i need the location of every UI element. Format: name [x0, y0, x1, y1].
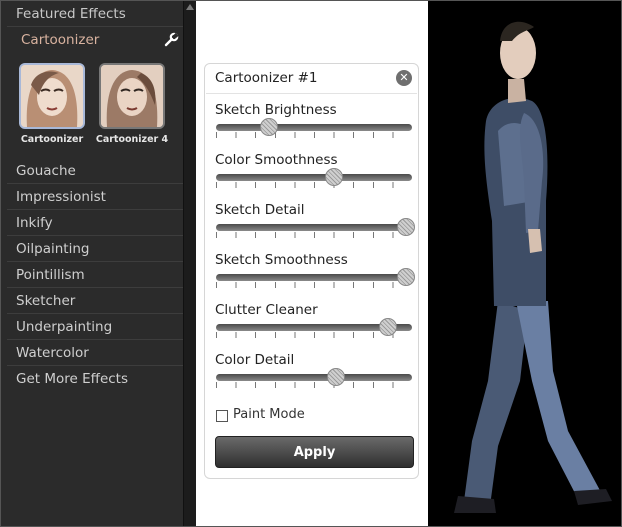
- close-icon[interactable]: ✕: [396, 70, 412, 86]
- slider-label-sketch-detail: Sketch Detail: [215, 202, 305, 218]
- active-effect-label: Cartoonizer: [21, 32, 100, 48]
- effect-item-gouache[interactable]: Gouache: [7, 158, 183, 184]
- effect-item-oilpainting[interactable]: Oilpainting: [7, 236, 183, 262]
- get-more-effects-link[interactable]: Get More Effects: [7, 366, 183, 392]
- slider-label-sketch-brightness: Sketch Brightness: [215, 102, 337, 118]
- featured-effects-header[interactable]: Featured Effects: [7, 1, 183, 27]
- slider-ticks: [216, 232, 412, 238]
- slider-track-sketch-detail[interactable]: [216, 224, 412, 231]
- preset-thumbnail-cartoonizer-4[interactable]: [99, 63, 165, 129]
- preset-label-cartoonizer-4: Cartoonizer 4: [95, 134, 169, 145]
- effect-item-inkify[interactable]: Inkify: [7, 210, 183, 236]
- walking-man-image: [428, 1, 621, 526]
- slider-track-sketch-brightness[interactable]: [216, 124, 412, 131]
- slider-label-color-detail: Color Detail: [215, 352, 295, 368]
- preset-thumbnail-cartoonizer[interactable]: [19, 63, 85, 129]
- app-window: Featured Effects Cartoonizer Cartoonizer: [0, 0, 622, 527]
- effect-item-sketcher[interactable]: Sketcher: [7, 288, 183, 314]
- apply-button[interactable]: Apply: [215, 436, 414, 468]
- slider-knob-sketch-detail[interactable]: [397, 218, 416, 236]
- slider-ticks: [216, 382, 412, 388]
- slider-knob-sketch-smoothness[interactable]: [397, 268, 416, 286]
- paint-mode-label[interactable]: Paint Mode: [233, 407, 305, 422]
- wrench-icon[interactable]: [163, 32, 179, 48]
- slider-knob-sketch-brightness[interactable]: [259, 118, 278, 136]
- slider-label-clutter-cleaner: Clutter Cleaner: [215, 302, 318, 318]
- slider-knob-color-smoothness[interactable]: [324, 168, 343, 186]
- slider-knob-color-detail[interactable]: [326, 368, 345, 386]
- slider-ticks: [216, 182, 412, 188]
- panel-divider: [206, 93, 417, 94]
- panel-title: Cartoonizer #1: [215, 70, 318, 86]
- preview-image: [428, 1, 621, 526]
- preset-label-cartoonizer: Cartoonizer: [20, 134, 84, 145]
- effect-item-underpainting[interactable]: Underpainting: [7, 314, 183, 340]
- slider-ticks: [216, 282, 412, 288]
- effects-sidebar: Featured Effects Cartoonizer Cartoonizer: [1, 1, 196, 526]
- active-effect-cartoonizer[interactable]: Cartoonizer: [7, 27, 183, 53]
- slider-track-color-smoothness[interactable]: [216, 174, 412, 181]
- paint-mode-checkbox[interactable]: [216, 410, 228, 422]
- slider-label-color-smoothness: Color Smoothness: [215, 152, 338, 168]
- effect-item-impressionist[interactable]: Impressionist: [7, 184, 183, 210]
- effect-item-pointillism[interactable]: Pointillism: [7, 262, 183, 288]
- sidebar-scrollbar[interactable]: [183, 1, 196, 526]
- settings-area: Cartoonizer #1 ✕ Sketch Brightness Color…: [196, 1, 428, 526]
- effect-settings-panel: Cartoonizer #1 ✕ Sketch Brightness Color…: [204, 63, 419, 479]
- slider-track-color-detail[interactable]: [216, 374, 412, 381]
- face-portrait-image: [21, 65, 83, 127]
- scroll-up-arrow-icon[interactable]: [186, 4, 194, 10]
- slider-ticks: [216, 132, 412, 138]
- slider-label-sketch-smoothness: Sketch Smoothness: [215, 252, 348, 268]
- slider-knob-clutter-cleaner[interactable]: [379, 318, 398, 336]
- slider-track-sketch-smoothness[interactable]: [216, 274, 412, 281]
- effect-item-watercolor[interactable]: Watercolor: [7, 340, 183, 366]
- face-portrait-image: [101, 65, 163, 127]
